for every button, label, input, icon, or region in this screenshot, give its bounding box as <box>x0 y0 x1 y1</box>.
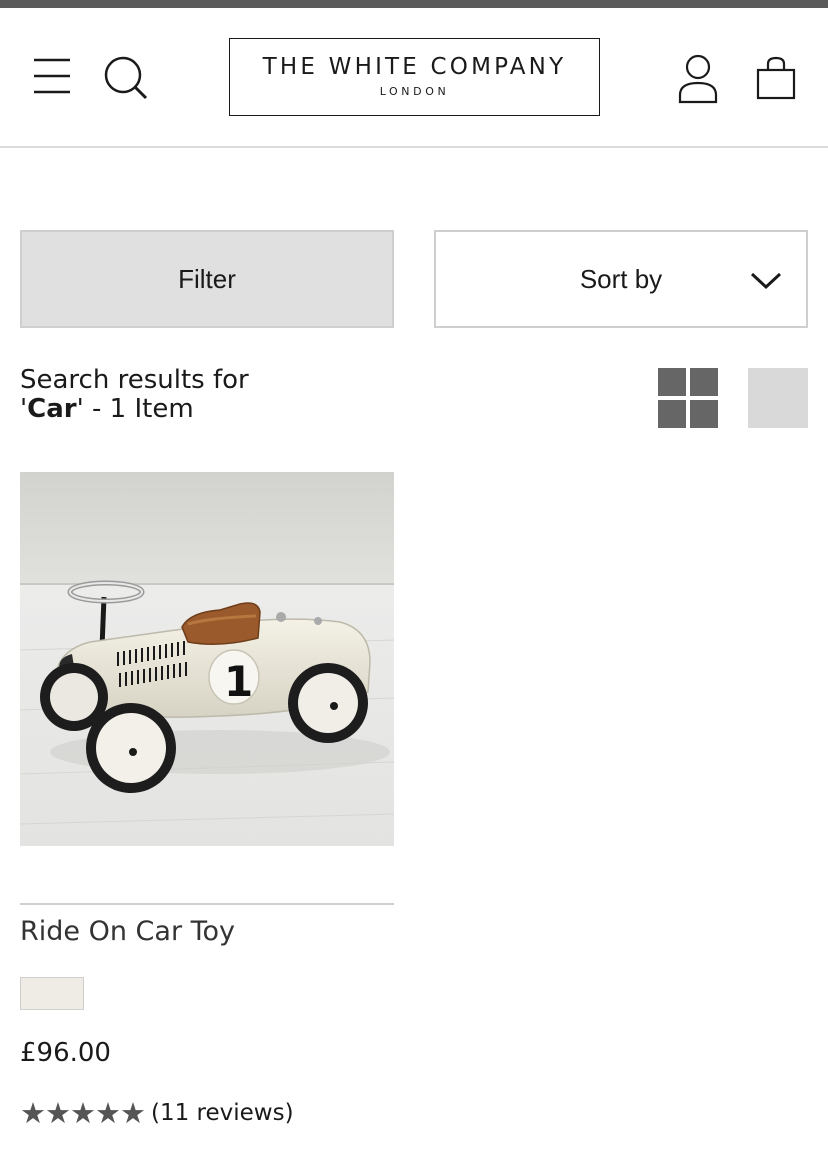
grid-view-icon[interactable] <box>658 368 718 428</box>
grid-cell <box>690 368 718 396</box>
menu-icon <box>34 58 70 94</box>
results-prefix: Search results for <box>20 365 249 395</box>
menu-button[interactable] <box>32 56 72 96</box>
ride-on-car-photo: 1 <box>20 472 394 846</box>
filter-button[interactable]: Filter <box>20 230 394 328</box>
svg-text:1: 1 <box>224 657 253 706</box>
brand-logo[interactable]: THE WHITE COMPANY LONDON <box>229 38 600 116</box>
logo-location: LONDON <box>379 85 450 98</box>
sort-by-dropdown[interactable]: Sort by <box>434 230 808 328</box>
logo-wordmark: THE WHITE COMPANY <box>262 54 567 80</box>
shopping-bag-icon <box>756 56 796 100</box>
review-count: (11 reviews) <box>151 1100 294 1126</box>
results-count: - 1 Item <box>83 394 194 424</box>
sort-by-label: Sort by <box>579 263 663 294</box>
product-price: £96.00 <box>20 1038 111 1068</box>
product-rating[interactable]: ★★★★★ (11 reviews) <box>20 1096 294 1130</box>
product-name[interactable]: Ride On Car Toy <box>20 916 235 947</box>
chevron-down-icon <box>750 272 782 290</box>
list-view-icon[interactable] <box>748 368 808 428</box>
search-results-summary: Search results for 'Car' - 1 Item <box>20 366 249 424</box>
grid-cell <box>658 400 686 428</box>
shopping-bag-button[interactable] <box>752 56 800 102</box>
grid-cell <box>658 368 686 396</box>
top-strip <box>0 0 828 8</box>
star-rating-icon: ★★★★★ <box>20 1096 146 1130</box>
product-image[interactable]: 1 <box>20 472 394 846</box>
results-query: Car <box>27 394 77 424</box>
site-header: THE WHITE COMPANY LONDON <box>0 8 828 148</box>
search-button[interactable] <box>102 54 150 102</box>
color-swatch[interactable] <box>20 977 84 1010</box>
product-divider <box>20 903 394 905</box>
search-icon <box>104 56 148 100</box>
account-button[interactable] <box>676 54 720 104</box>
account-icon <box>678 54 718 104</box>
grid-cell <box>690 400 718 428</box>
results-query-line: 'Car' - 1 Item <box>20 394 194 424</box>
